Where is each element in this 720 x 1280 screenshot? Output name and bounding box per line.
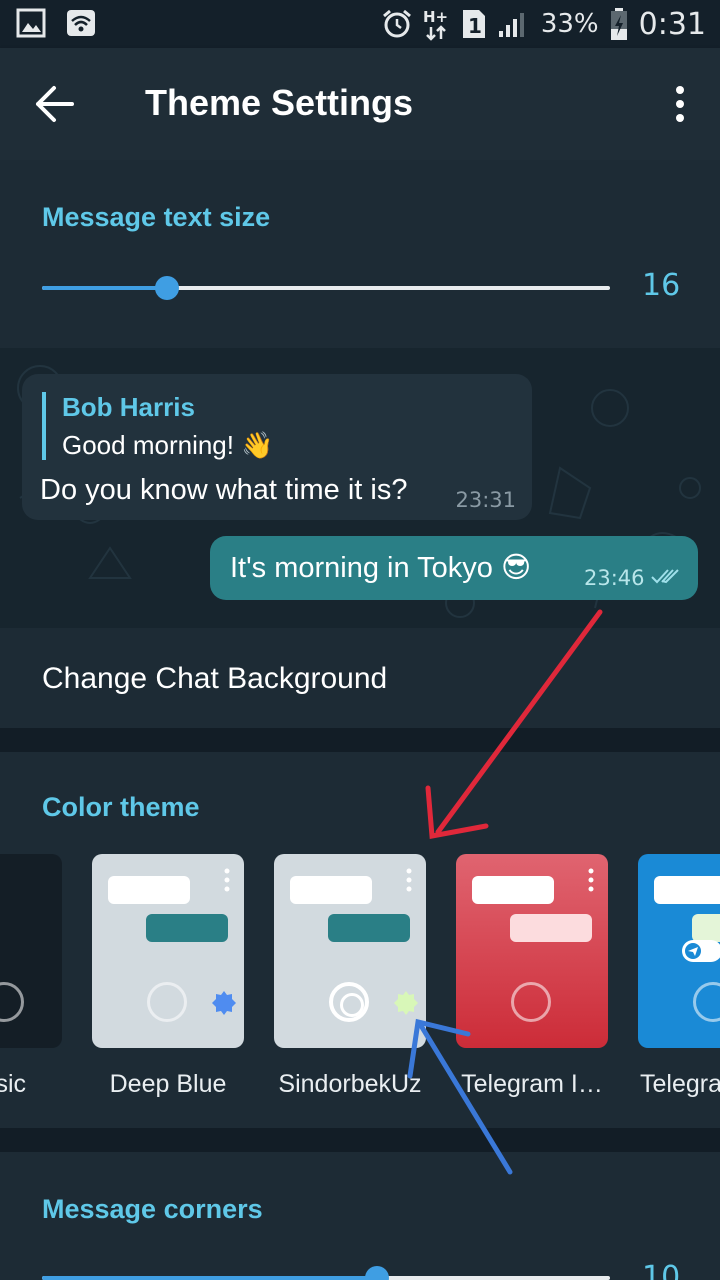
theme-preview-bubble-in — [108, 876, 190, 904]
theme-preview-bubble-in — [472, 876, 554, 904]
theme-name: Deep Blue — [109, 1070, 227, 1098]
message-corners-slider[interactable] — [42, 1266, 610, 1280]
theme-radio — [511, 982, 551, 1022]
text-size-slider[interactable] — [42, 276, 610, 300]
svg-text:H+: H+ — [423, 8, 448, 26]
battery-percent: 33% — [540, 9, 599, 39]
incoming-message-text: Do you know what time it is? — [40, 474, 408, 506]
message-corners-slider-fill — [42, 1276, 377, 1280]
theme-radio — [693, 982, 720, 1022]
clock: 0:31 — [638, 6, 706, 42]
theme-radio — [147, 982, 187, 1022]
double-check-icon — [651, 569, 679, 584]
reply-quote-bar — [42, 392, 46, 460]
outgoing-message-bubble: It's morning in Tokyo 😎 23:46 — [210, 536, 698, 600]
chat-preview: Bob Harris Good morning! 👋 Do you know w… — [0, 348, 720, 628]
text-size-value: 16 — [642, 268, 681, 303]
theme-card-deep-blue[interactable] — [92, 854, 244, 1048]
accent-color-badge-icon — [212, 991, 236, 1015]
more-vert-icon[interactable] — [588, 868, 594, 892]
network-hplus-icon: H+ — [423, 8, 448, 41]
image-icon — [16, 8, 46, 38]
svg-text:1: 1 — [468, 14, 482, 38]
color-theme-section: Color theme sic Deep Blue SindorbekUz Te… — [0, 752, 720, 1128]
battery-charging-icon — [610, 8, 627, 40]
telegram-logo-icon — [682, 940, 720, 962]
signal-icon — [498, 13, 524, 37]
more-vert-icon[interactable] — [224, 868, 230, 892]
more-vert-icon[interactable] — [674, 86, 686, 122]
text-size-label: Message text size — [42, 202, 271, 232]
theme-preview-bubble-out — [328, 914, 410, 942]
text-size-section: Message text size 16 — [0, 160, 720, 348]
theme-name: SindorbekUz — [278, 1070, 422, 1098]
status-bar: H+ 1 33% 0:31 — [0, 0, 720, 48]
message-corners-section: Message corners 10 — [0, 1152, 720, 1280]
theme-name: Telegra — [640, 1070, 720, 1098]
theme-radio-selected — [329, 982, 369, 1022]
outgoing-message-time: 23:46 — [584, 566, 645, 590]
theme-preview-bubble-in — [290, 876, 372, 904]
theme-preview-bubble-in — [654, 876, 720, 904]
accent-color-badge-icon — [394, 991, 418, 1015]
theme-preview-bubble-out — [146, 914, 228, 942]
toolbar: Theme Settings — [0, 48, 720, 160]
incoming-message-bubble: Bob Harris Good morning! 👋 Do you know w… — [22, 374, 532, 520]
theme-preview-bubble-out — [692, 914, 720, 942]
theme-name: sic — [0, 1070, 26, 1098]
theme-card-classic[interactable] — [0, 854, 62, 1048]
reply-text: Good morning! 👋 — [62, 430, 274, 460]
message-corners-slider-thumb[interactable] — [365, 1266, 389, 1280]
reply-author: Bob Harris — [62, 392, 195, 422]
message-corners-value: 10 — [642, 1260, 681, 1280]
more-vert-icon[interactable] — [406, 868, 412, 892]
page-title: Theme Settings — [145, 82, 414, 123]
theme-preview-bubble-out — [510, 914, 592, 942]
theme-card-telegram-blue[interactable] — [638, 854, 720, 1048]
change-chat-background-row[interactable]: Change Chat Background — [0, 628, 720, 728]
outgoing-message-text: It's morning in Tokyo 😎 — [230, 552, 532, 584]
text-size-slider-thumb[interactable] — [155, 276, 179, 300]
theme-radio — [0, 982, 24, 1022]
wifi-icon — [67, 10, 95, 36]
sim-1-icon: 1 — [462, 10, 485, 38]
message-corners-label: Message corners — [42, 1194, 263, 1224]
theme-card-telegram-red[interactable] — [456, 854, 608, 1048]
incoming-message-time: 23:31 — [455, 488, 516, 512]
theme-name: Telegram I… — [461, 1070, 603, 1098]
alarm-icon — [382, 9, 411, 38]
color-theme-label: Color theme — [42, 792, 200, 822]
arrow-left-icon[interactable] — [34, 84, 76, 124]
theme-card-sindorbekuz[interactable] — [274, 854, 426, 1048]
change-chat-background-label: Change Chat Background — [42, 662, 388, 695]
text-size-slider-fill — [42, 286, 167, 290]
